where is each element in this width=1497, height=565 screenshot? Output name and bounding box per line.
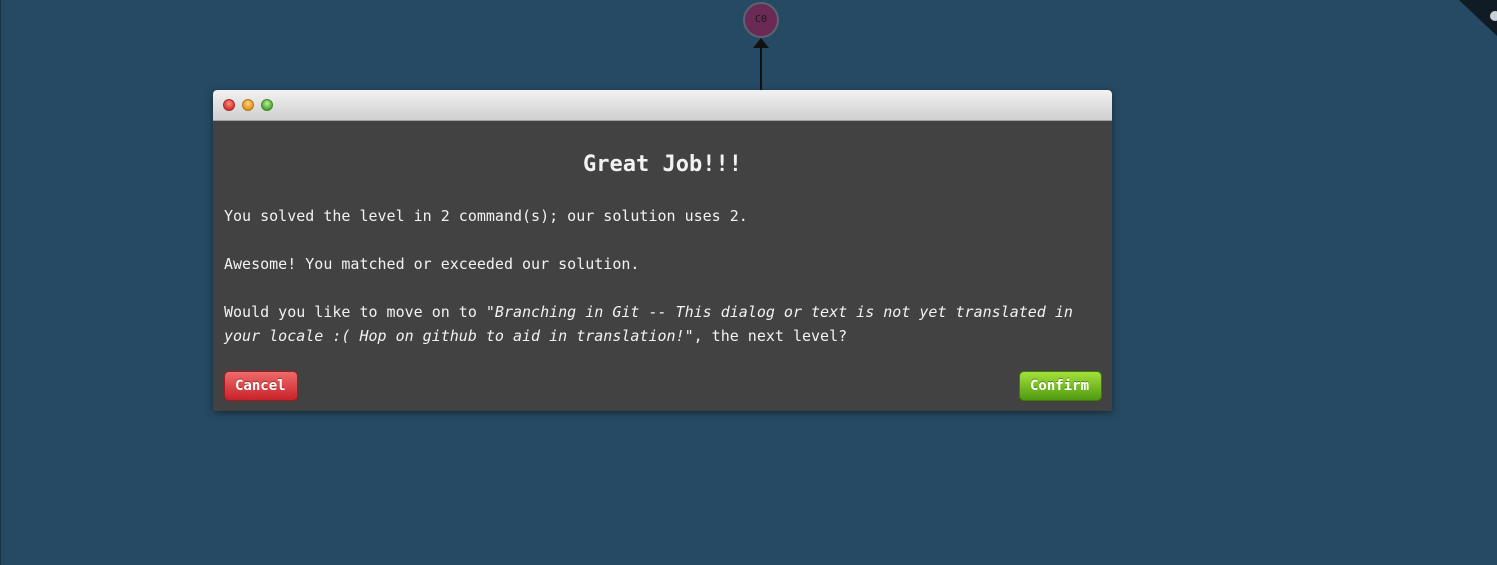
dialog-content: Great Job!!! You solved the level in 2 c… bbox=[213, 152, 1112, 348]
commit-edge-arrowhead bbox=[753, 38, 769, 48]
close-icon[interactable] bbox=[223, 99, 235, 111]
confirm-button[interactable]: Confirm bbox=[1019, 371, 1102, 401]
next-level-prefix: Would you like to move on to bbox=[224, 303, 486, 321]
minimize-icon[interactable] bbox=[242, 99, 254, 111]
dialog-titlebar bbox=[213, 90, 1112, 121]
dialog-buttons: Cancel Confirm bbox=[224, 371, 1102, 401]
next-level-suffix: , the next level? bbox=[693, 327, 848, 345]
dialog-heading: Great Job!!! bbox=[583, 152, 742, 177]
result-text: You solved the level in 2 command(s); ou… bbox=[224, 207, 748, 225]
confirm-dialog: Great Job!!! You solved the level in 2 c… bbox=[213, 90, 1112, 411]
praise-text: Awesome! You matched or exceeded our sol… bbox=[224, 255, 640, 273]
github-corner-icon[interactable] bbox=[1457, 0, 1497, 40]
next-level-prompt: Would you like to move on to "Branching … bbox=[224, 300, 1101, 348]
commit-label[interactable]: C0 bbox=[743, 4, 779, 36]
cancel-button[interactable]: Cancel bbox=[224, 371, 298, 401]
maximize-icon[interactable] bbox=[261, 99, 273, 111]
